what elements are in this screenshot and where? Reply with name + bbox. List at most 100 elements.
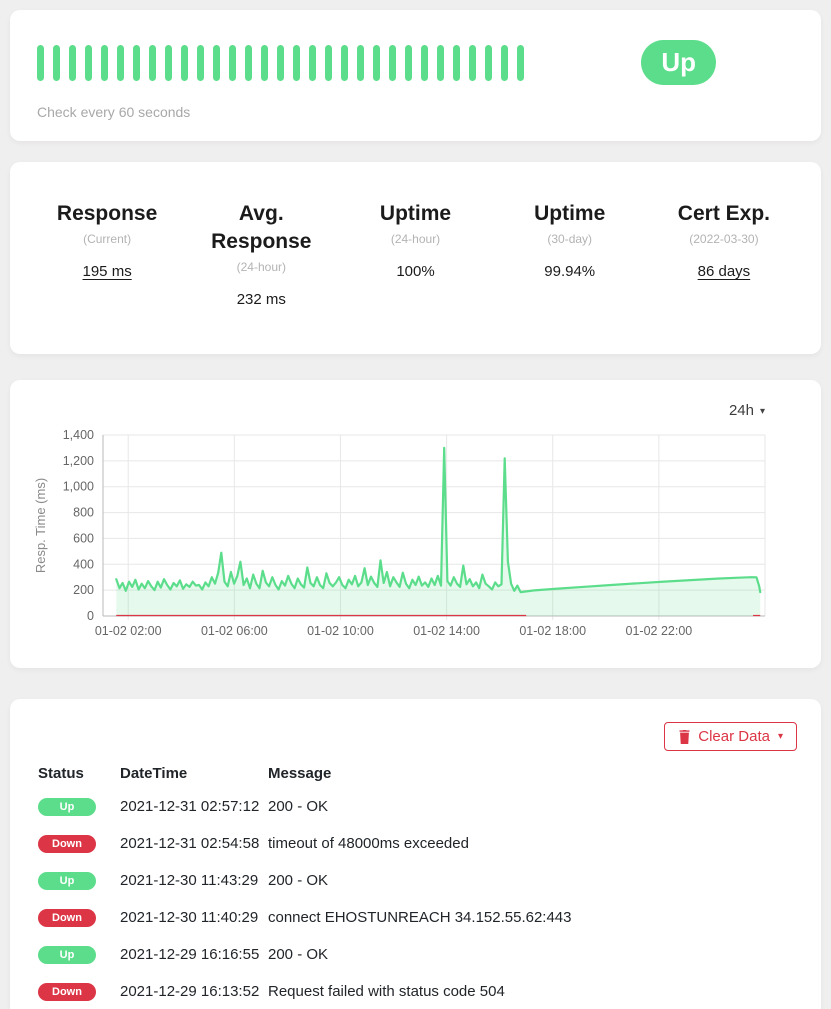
stat-title: Cert Exp. (658, 200, 790, 228)
heartbeat[interactable] (229, 45, 236, 81)
heartbeat[interactable] (421, 45, 428, 81)
chart-series-fill (116, 448, 760, 616)
heartbeat[interactable] (357, 45, 364, 81)
chart-period-dropdown[interactable]: 24h▾ (729, 402, 765, 419)
heartbeat[interactable] (517, 45, 524, 81)
heartbeat[interactable] (181, 45, 188, 81)
stat-cert-exp: Cert Exp. (2022-03-30) 86 days (647, 200, 801, 308)
heartbeat[interactable] (197, 45, 204, 81)
heartbeat[interactable] (293, 45, 300, 81)
heartbeat[interactable] (373, 45, 380, 81)
stat-value[interactable]: 195 ms (30, 263, 184, 280)
heartbeat[interactable] (405, 45, 412, 81)
chart-card: 24h▾ 02004006008001,0001,2001,40001-02 0… (10, 380, 821, 668)
heartbeat[interactable] (117, 45, 124, 81)
heartbeat[interactable] (325, 45, 332, 81)
y-tick-label: 1,000 (63, 480, 94, 494)
event-message: Request failed with status code 504 (268, 973, 797, 1009)
heartbeat[interactable] (389, 45, 396, 81)
trash-icon (678, 730, 691, 744)
heartbeat-card: Up Check every 60 seconds (10, 10, 821, 141)
x-tick-label: 01-02 10:00 (307, 624, 374, 638)
event-message: 200 - OK (268, 862, 797, 899)
stat-title: Uptime (504, 200, 636, 228)
event-message: 200 - OK (268, 936, 797, 973)
stat-title: Avg. Response (195, 200, 327, 256)
heartbeat[interactable] (69, 45, 76, 81)
events-table: Status DateTime Message Up2021-12-31 02:… (38, 765, 797, 1009)
table-row: Up2021-12-31 02:57:12200 - OK (38, 788, 797, 825)
y-tick-label: 600 (73, 532, 94, 546)
y-tick-label: 800 (73, 506, 94, 520)
stat-sublabel: (2022-03-30) (647, 232, 801, 246)
response-time-chart: 02004006008001,0001,2001,40001-02 02:000… (30, 423, 801, 647)
stat-sublabel: (24-hour) (184, 260, 338, 274)
stat-sublabel: (30-day) (493, 232, 647, 246)
x-tick-label: 01-02 14:00 (413, 624, 480, 638)
stat-avg-response: Avg. Response (24-hour) 232 ms (184, 200, 338, 308)
heartbeat[interactable] (37, 45, 44, 81)
stat-title: Response (41, 200, 173, 228)
heartbeat[interactable] (277, 45, 284, 81)
table-row: Down2021-12-31 02:54:58timeout of 48000m… (38, 825, 797, 862)
heartbeat[interactable] (133, 45, 140, 81)
heartbeat[interactable] (149, 45, 156, 81)
event-datetime: 2021-12-31 02:54:58 (120, 825, 268, 862)
heartbeat[interactable] (309, 45, 316, 81)
column-header-message: Message (268, 765, 797, 788)
x-tick-label: 01-02 06:00 (201, 624, 268, 638)
status-badge: Up (641, 40, 716, 85)
x-tick-label: 01-02 22:00 (626, 624, 693, 638)
chevron-down-icon: ▾ (760, 406, 765, 417)
chart-series-line (116, 448, 760, 592)
stat-value: 100% (338, 263, 492, 280)
status-badge: Down (38, 983, 96, 1001)
event-datetime: 2021-12-30 11:43:29 (120, 862, 268, 899)
y-tick-label: 400 (73, 557, 94, 571)
clear-data-button[interactable]: Clear Data ▾ (664, 722, 797, 751)
stat-uptime: Uptime (30-day) 99.94% (493, 200, 647, 308)
heartbeat[interactable] (501, 45, 508, 81)
heartbeat[interactable] (245, 45, 252, 81)
status-badge: Down (38, 909, 96, 927)
stat-value: 99.94% (493, 263, 647, 280)
heartbeat-bar (37, 45, 524, 81)
y-axis-title: Resp. Time (ms) (33, 478, 48, 573)
heartbeat[interactable] (213, 45, 220, 81)
stat-title: Uptime (350, 200, 482, 228)
table-row: Down2021-12-29 16:13:52Request failed wi… (38, 973, 797, 1009)
heartbeat[interactable] (53, 45, 60, 81)
table-row: Up 2021-12-29 16:16:55200 - OK (38, 936, 797, 973)
heartbeat[interactable] (101, 45, 108, 81)
table-row: Up 2021-12-30 11:43:29200 - OK (38, 862, 797, 899)
heartbeat[interactable] (165, 45, 172, 81)
stat-sublabel: (24-hour) (338, 232, 492, 246)
status-badge: Up (38, 946, 96, 964)
event-datetime: 2021-12-31 02:57:12 (120, 788, 268, 825)
stat-response: Response (Current) 195 ms (30, 200, 184, 308)
stats-card: Response (Current) 195 ms Avg. Response (24-… (10, 162, 821, 354)
stat-uptime: Uptime (24-hour) 100% (338, 200, 492, 308)
heartbeat[interactable] (341, 45, 348, 81)
event-message: connect EHOSTUNREACH 34.152.55.62:443 (268, 899, 797, 936)
heartbeat[interactable] (85, 45, 92, 81)
check-interval-caption: Check every 60 seconds (37, 104, 793, 120)
column-header-datetime: DateTime (120, 765, 268, 788)
heartbeat[interactable] (437, 45, 444, 81)
event-datetime: 2021-12-29 16:16:55 (120, 936, 268, 973)
y-tick-label: 1,200 (63, 454, 94, 468)
stat-value[interactable]: 86 days (647, 263, 801, 280)
heartbeat[interactable] (485, 45, 492, 81)
heartbeat-row: Up (37, 40, 793, 85)
y-tick-label: 200 (73, 583, 94, 597)
heartbeat[interactable] (261, 45, 268, 81)
stat-value: 232 ms (184, 291, 338, 308)
x-tick-label: 01-02 18:00 (519, 624, 586, 638)
status-badge: Up (38, 872, 96, 890)
chart-area: 02004006008001,0001,2001,40001-02 02:000… (30, 423, 801, 652)
heartbeat[interactable] (453, 45, 460, 81)
event-message: timeout of 48000ms exceeded (268, 825, 797, 862)
status-badge: Up (38, 798, 96, 816)
heartbeat[interactable] (469, 45, 476, 81)
stat-sublabel: (Current) (30, 232, 184, 246)
